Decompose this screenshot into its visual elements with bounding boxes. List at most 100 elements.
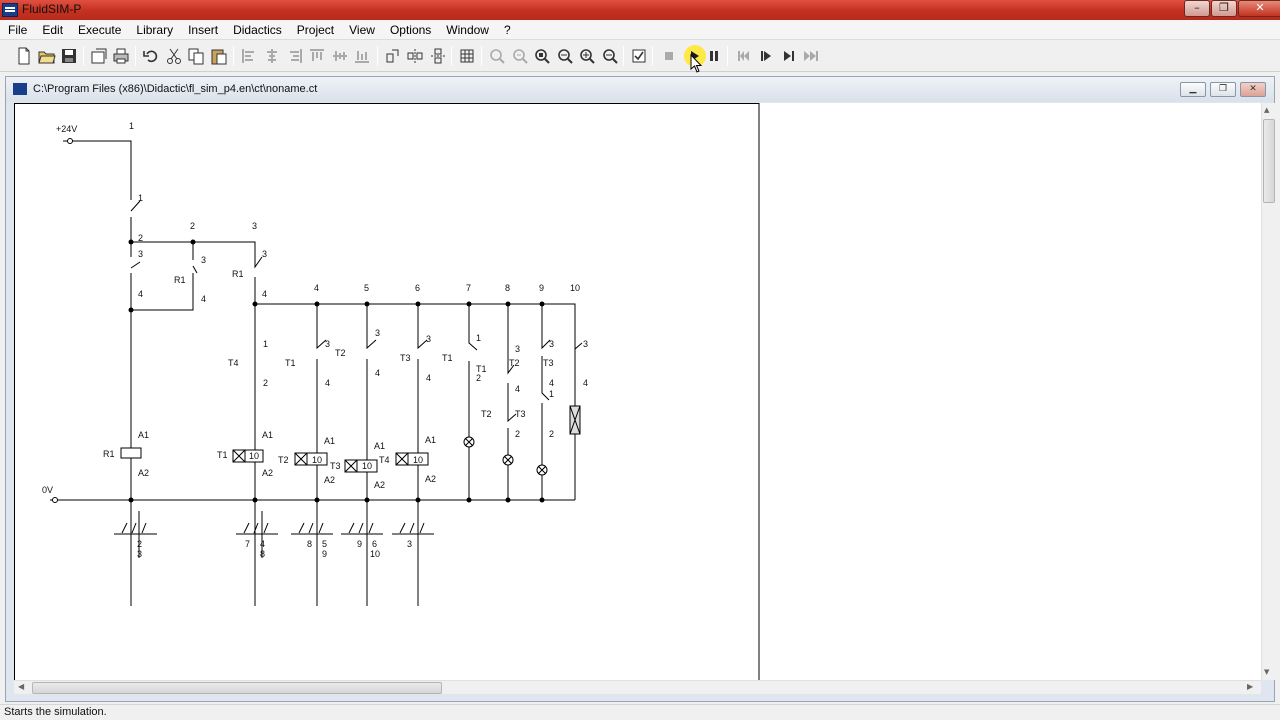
- menu-execute[interactable]: Execute: [70, 20, 128, 40]
- column-number: 3: [252, 221, 257, 231]
- minimize-icon[interactable]: –: [1184, 0, 1210, 17]
- contact-terminal: 1: [549, 389, 554, 399]
- horizontal-scroll-thumb[interactable]: [32, 682, 442, 694]
- undo-icon[interactable]: [141, 46, 161, 66]
- contact-terminal: 1: [263, 339, 268, 349]
- scroll-left-icon[interactable]: ◀: [18, 682, 24, 691]
- contact-terminal: 3: [138, 249, 143, 259]
- pause-icon[interactable]: [704, 46, 724, 66]
- vertical-scrollbar[interactable]: ▲ ▼: [1261, 103, 1275, 680]
- doc-minimize-icon[interactable]: ▁: [1180, 82, 1206, 97]
- scroll-up-icon[interactable]: ▲: [1264, 106, 1269, 114]
- menu-didactics[interactable]: Didactics: [225, 20, 289, 40]
- contact-terminal: 2: [515, 429, 520, 439]
- timer-contact-tag: T2: [509, 358, 520, 368]
- window-controls: – ❐ ✕: [1183, 0, 1280, 17]
- menu-edit[interactable]: Edit: [34, 20, 70, 40]
- maximize-icon[interactable]: ❐: [1211, 0, 1237, 17]
- contact-table-ref: 4: [260, 539, 265, 549]
- contact-terminal: 4: [426, 373, 431, 383]
- circuit-canvas[interactable]: +24V 0V 1 2 3 4 5 6 7 8 9 10 1 2 3 4 3 4…: [14, 103, 1261, 680]
- contact-terminal: 2: [138, 233, 143, 243]
- contact-terminal: 4: [262, 289, 267, 299]
- menu-options[interactable]: Options: [382, 20, 438, 40]
- coil-terminal: A2: [425, 474, 436, 484]
- flip-icon[interactable]: [428, 46, 448, 66]
- align-top-icon[interactable]: [307, 46, 327, 66]
- circuit-diagram[interactable]: +24V 0V 1 2 3 4 5 6 7 8 9 10 1 2 3 4 3 4…: [14, 103, 1261, 680]
- timer-contact-tag: T1: [476, 364, 487, 374]
- menu-file[interactable]: File: [0, 20, 34, 40]
- toolbar-separator: [83, 46, 84, 66]
- zoom-window-icon[interactable]: [555, 46, 575, 66]
- grid-icon[interactable]: [457, 46, 477, 66]
- scroll-right-icon[interactable]: ▶: [1247, 682, 1253, 691]
- contact-table-ref: 8: [260, 549, 265, 559]
- check-drawing-icon[interactable]: [629, 46, 649, 66]
- new-file-icon[interactable]: [14, 46, 34, 66]
- contact-terminal: 1: [138, 193, 143, 203]
- print-icon[interactable]: [111, 46, 131, 66]
- menu-window[interactable]: Window: [438, 20, 496, 40]
- coil-terminal: A2: [324, 475, 335, 485]
- timer-contact-tag: T2: [481, 409, 492, 419]
- step-to-end-icon[interactable]: [779, 46, 799, 66]
- vertical-scroll-thumb[interactable]: [1263, 119, 1275, 203]
- coil-terminal: A1: [374, 441, 385, 451]
- save-icon[interactable]: [59, 46, 79, 66]
- doc-close-icon[interactable]: ✕: [1240, 82, 1266, 97]
- relay-contact-tag: R1: [232, 269, 244, 279]
- open-folder-icon[interactable]: [37, 46, 57, 66]
- contact-terminal: 3: [262, 249, 267, 259]
- zoom-out-icon[interactable]: [600, 46, 620, 66]
- align-middle-icon[interactable]: [330, 46, 350, 66]
- fast-forward-icon[interactable]: [801, 46, 821, 66]
- timer-delay-value: 10: [249, 451, 259, 461]
- menu-bar: File Edit Execute Library Insert Didacti…: [0, 20, 1280, 40]
- contact-terminal: 4: [138, 289, 143, 299]
- toolbar-separator: [623, 46, 624, 66]
- contact-table-ref: 8: [307, 539, 312, 549]
- column-number: 6: [415, 283, 420, 293]
- contact-table-ref: 5: [322, 539, 327, 549]
- contact-terminal: 3: [549, 339, 554, 349]
- menu-project[interactable]: Project: [289, 20, 341, 40]
- menu-library[interactable]: Library: [128, 20, 180, 40]
- mirror-icon[interactable]: [405, 46, 425, 66]
- status-text: Starts the simulation.: [4, 706, 107, 718]
- contact-terminal: 3: [515, 344, 520, 354]
- toolbar-separator: [377, 46, 378, 66]
- toolbar-separator: [652, 46, 653, 66]
- rotate-icon[interactable]: [383, 46, 403, 66]
- close-icon[interactable]: ✕: [1238, 0, 1280, 17]
- align-right-icon[interactable]: [285, 46, 305, 66]
- column-number: 2: [190, 221, 195, 231]
- paste-icon[interactable]: [209, 46, 229, 66]
- contact-terminal: 2: [549, 429, 554, 439]
- menu-help[interactable]: ?: [496, 20, 518, 40]
- single-step-icon[interactable]: [756, 46, 776, 66]
- align-center-icon[interactable]: [262, 46, 282, 66]
- contact-table-ref: 3: [407, 539, 412, 549]
- contact-table-ref: 10: [370, 549, 380, 559]
- zoom-in-disabled-icon[interactable]: [487, 46, 507, 66]
- zoom-in-icon[interactable]: [577, 46, 597, 66]
- align-bottom-icon[interactable]: [352, 46, 372, 66]
- scroll-down-icon[interactable]: ▼: [1264, 668, 1269, 676]
- menu-view[interactable]: View: [341, 20, 382, 40]
- reset-icon[interactable]: [734, 46, 754, 66]
- align-left-icon[interactable]: [239, 46, 259, 66]
- export-icon[interactable]: [89, 46, 109, 66]
- document-titlebar: C:\Program Files (x86)\Didactic\fl_sim_p…: [6, 77, 1274, 102]
- horizontal-scrollbar[interactable]: ◀ ▶: [14, 680, 1261, 694]
- zoom-previous-icon[interactable]: [510, 46, 530, 66]
- doc-restore-icon[interactable]: ❐: [1210, 82, 1236, 97]
- stop-icon[interactable]: [659, 46, 679, 66]
- zoom-fit-icon[interactable]: [532, 46, 552, 66]
- coil-terminal: A1: [324, 436, 335, 446]
- contact-terminal: 3: [583, 339, 588, 349]
- document-icon: [13, 83, 27, 95]
- menu-insert[interactable]: Insert: [180, 20, 225, 40]
- copy-icon[interactable]: [186, 46, 206, 66]
- cut-icon[interactable]: [164, 46, 184, 66]
